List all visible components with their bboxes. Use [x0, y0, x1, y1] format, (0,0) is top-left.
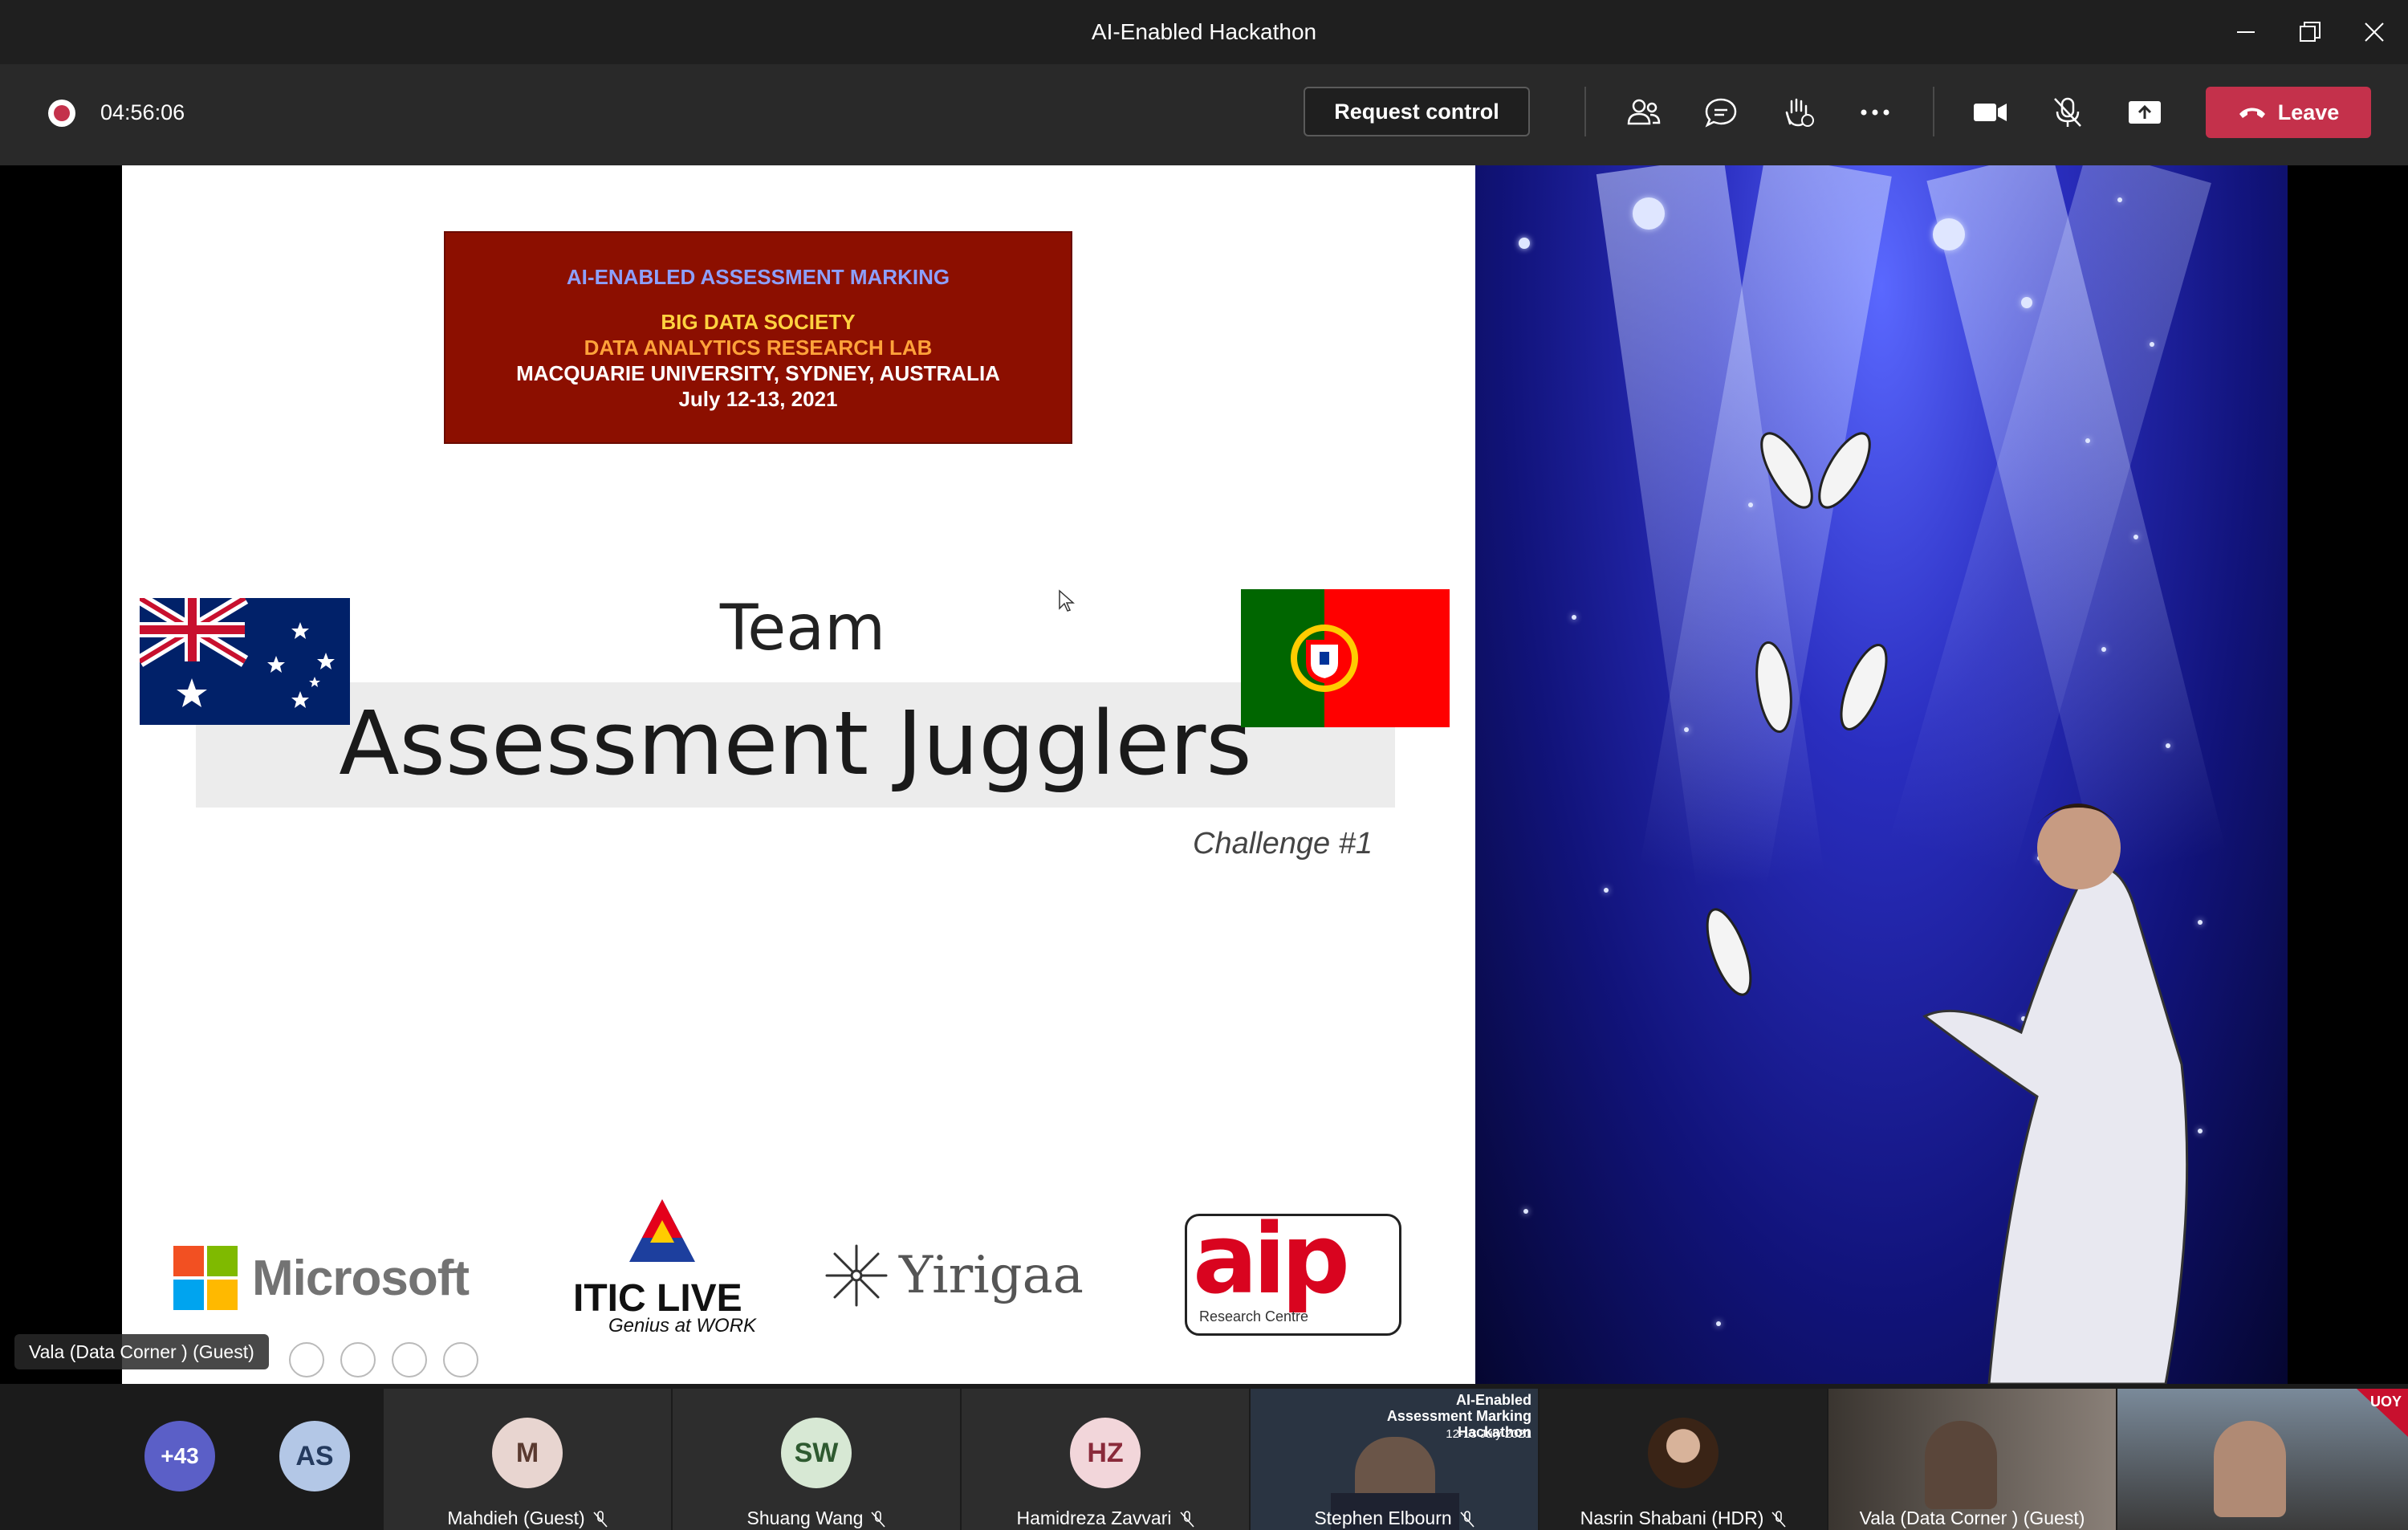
event-banner: AI-ENABLED ASSESSMENT MARKING BIG DATA S…: [444, 231, 1072, 444]
fit-screen-icon[interactable]: [392, 1342, 427, 1377]
itic-tagline: Genius at WORK: [608, 1315, 757, 1337]
participant-tile[interactable]: Nasrin Shabani (HDR): [1540, 1389, 1827, 1530]
participant-name: Hamidreza Zavvari: [1016, 1508, 1172, 1528]
leave-label: Leave: [2277, 100, 2340, 124]
more-controls-icon[interactable]: [443, 1342, 478, 1377]
participant-video: [1925, 1421, 1997, 1509]
participant-name: Nasrin Shabani (HDR): [1580, 1508, 1764, 1528]
banner-line-2: BIG DATA SOCIETY: [661, 309, 856, 334]
juggler-photo: [1475, 165, 2288, 1384]
video-caption-date: 12-13 July 2021: [1446, 1427, 1531, 1441]
minimize-icon[interactable]: [2214, 0, 2278, 64]
team-label: Team: [719, 592, 886, 665]
banner-line-4: MACQUARIE UNIVERSITY, SYDNEY, AUSTRALIA: [516, 360, 1000, 385]
mic-off-icon[interactable]: [2042, 88, 2093, 136]
team-name: Assessment Jugglers: [339, 692, 1252, 795]
mouse-cursor-icon: [1059, 589, 1075, 612]
avatar: AS: [279, 1421, 350, 1491]
zoom-out-icon[interactable]: [289, 1342, 324, 1377]
window-title: AI-Enabled Hackathon: [1091, 19, 1317, 44]
microsoft-logo-text: Microsoft: [252, 1250, 470, 1306]
leave-button[interactable]: Leave: [2206, 87, 2371, 138]
share-screen-icon[interactable]: [2119, 88, 2170, 136]
participant-name: Vala (Data Corner ) (Guest): [1859, 1508, 2085, 1528]
avatar: [1648, 1418, 1719, 1488]
participant-tile[interactable]: AS: [279, 1389, 352, 1530]
overflow-participants-button[interactable]: +43: [144, 1389, 217, 1530]
banner-line-5: July 12-13, 2021: [678, 386, 838, 411]
presenter-label: Vala (Data Corner ) (Guest): [14, 1334, 269, 1369]
toolbar-divider: [1584, 87, 1586, 136]
meeting-timer: 04:56:06: [100, 100, 185, 124]
mic-off-icon: [1460, 1511, 1474, 1528]
yirigaa-star-icon: [825, 1244, 888, 1307]
avatar: HZ: [1070, 1418, 1141, 1488]
participant-tile[interactable]: HZ Hamidreza Zavvari: [962, 1389, 1249, 1530]
portugal-flag-icon: [1241, 589, 1450, 727]
restore-icon[interactable]: [2278, 0, 2342, 64]
challenge-label: Challenge #1: [1193, 827, 1373, 861]
more-options-icon[interactable]: [1849, 88, 1901, 136]
juggling-clubs-icon: [1706, 432, 2189, 1384]
mic-off-icon: [593, 1511, 608, 1528]
yirigaa-logo-text: Yirigaa: [899, 1246, 1084, 1305]
microsoft-squares-icon: [173, 1246, 238, 1310]
mic-off-icon: [1179, 1511, 1194, 1528]
phone-hangup-icon: [2239, 108, 2265, 118]
participant-video: [2214, 1421, 2286, 1517]
recording-icon: [48, 100, 75, 127]
chat-icon[interactable]: [1695, 88, 1747, 136]
aip-logo-text: aip: [1193, 1204, 1350, 1316]
org-badge: UOY: [2369, 1394, 2402, 1410]
banner-line-3: DATA ANALYTICS RESEARCH LAB: [584, 335, 933, 360]
avatar: SW: [781, 1418, 852, 1488]
yirigaa-logo: Yirigaa: [822, 1241, 1084, 1310]
mic-off-icon: [1771, 1511, 1787, 1528]
itic-logo-text: ITIC LIVE: [573, 1277, 742, 1320]
participant-video-tile[interactable]: UOY: [2117, 1389, 2408, 1530]
participant-video-tile[interactable]: Vala (Data Corner ) (Guest): [1828, 1389, 2116, 1530]
close-icon[interactable]: [2342, 0, 2406, 64]
toolbar-divider: [1933, 87, 1934, 136]
participant-name: Stephen Elbourn: [1314, 1508, 1452, 1528]
camera-icon[interactable]: [1965, 88, 2016, 136]
microsoft-logo: Microsoft: [173, 1246, 470, 1310]
participant-video-tile[interactable]: AI-Enabled Assessment Marking Hackathon …: [1251, 1389, 1538, 1530]
people-icon[interactable]: [1618, 88, 1670, 136]
mic-off-icon: [871, 1511, 886, 1528]
participant-tile[interactable]: SW Shuang Wang: [673, 1389, 960, 1530]
participant-tile[interactable]: M Mahdieh (Guest): [384, 1389, 671, 1530]
avatar: +43: [144, 1421, 215, 1491]
aip-logo-subtitle: Research Centre: [1199, 1308, 1309, 1325]
request-control-button[interactable]: Request control: [1304, 87, 1530, 136]
raise-hand-icon[interactable]: [1772, 88, 1824, 136]
participant-name: Mahdieh (Guest): [447, 1508, 585, 1528]
participant-name: Shuang Wang: [746, 1508, 864, 1528]
australia-flag-icon: [140, 598, 350, 725]
avatar: M: [492, 1418, 563, 1488]
zoom-in-icon[interactable]: [340, 1342, 376, 1377]
banner-line-1: AI-ENABLED ASSESSMENT MARKING: [566, 264, 950, 289]
